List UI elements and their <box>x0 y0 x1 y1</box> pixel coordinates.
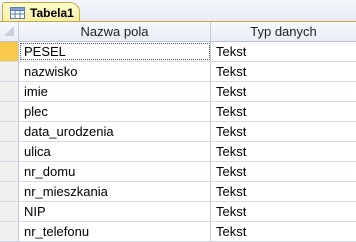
table-row[interactable]: nr_telefonu Tekst <box>0 222 356 242</box>
column-header-field-name[interactable]: Nazwa pola <box>19 22 211 41</box>
field-name-cell[interactable]: plec <box>19 102 211 121</box>
row-selector[interactable] <box>0 142 19 161</box>
table-row[interactable]: plec Tekst <box>0 102 356 122</box>
data-type-cell[interactable]: Tekst <box>211 122 356 141</box>
data-type-cell[interactable]: Tekst <box>211 142 356 161</box>
data-type-cell[interactable]: Tekst <box>211 82 356 101</box>
field-name-cell[interactable]: nazwisko <box>19 62 211 81</box>
data-type-cell[interactable]: Tekst <box>211 202 356 221</box>
table-row[interactable]: ulica Tekst <box>0 142 356 162</box>
field-name-cell[interactable]: nr_domu <box>19 162 211 181</box>
table-row[interactable]: NIP Tekst <box>0 202 356 222</box>
field-name-cell[interactable]: ulica <box>19 142 211 161</box>
document-tab-bar: Tabela1 <box>0 0 356 22</box>
table-row[interactable]: nr_domu Tekst <box>0 162 356 182</box>
column-header-data-type[interactable]: Typ danych <box>211 22 356 41</box>
data-type-cell[interactable]: Tekst <box>211 62 356 81</box>
row-selector[interactable] <box>0 42 19 61</box>
table-row[interactable]: nazwisko Tekst <box>0 62 356 82</box>
select-all-icon <box>4 26 14 36</box>
table-row[interactable]: imie Tekst <box>0 82 356 102</box>
field-name-cell[interactable]: nr_mieszkania <box>19 182 211 201</box>
row-selector[interactable] <box>0 82 19 101</box>
row-selector[interactable] <box>0 162 19 181</box>
data-type-cell[interactable]: Tekst <box>211 102 356 121</box>
row-selector[interactable] <box>0 62 19 81</box>
data-type-cell[interactable]: Tekst <box>211 162 356 181</box>
field-name-cell[interactable]: NIP <box>19 202 211 221</box>
table-row[interactable]: PESEL Tekst <box>0 42 356 62</box>
field-name-cell[interactable]: nr_telefonu <box>19 222 211 241</box>
data-type-cell[interactable]: Tekst <box>211 182 356 201</box>
field-name-cell[interactable]: data_urodzenia <box>19 122 211 141</box>
row-selector[interactable] <box>0 102 19 121</box>
row-selector[interactable] <box>0 202 19 221</box>
row-selector[interactable] <box>0 222 19 241</box>
data-type-cell[interactable]: Tekst <box>211 222 356 241</box>
table-icon <box>10 6 25 19</box>
data-type-cell[interactable]: Tekst <box>211 42 356 61</box>
field-name-cell[interactable]: PESEL <box>19 42 211 61</box>
row-selector[interactable] <box>0 182 19 201</box>
field-name-cell[interactable]: imie <box>19 82 211 101</box>
table-row[interactable]: nr_mieszkania Tekst <box>0 182 356 202</box>
tab-tabela1[interactable]: Tabela1 <box>2 2 80 22</box>
row-selector[interactable] <box>0 122 19 141</box>
table-row[interactable]: data_urodzenia Tekst <box>0 122 356 142</box>
grid-header: Nazwa pola Typ danych <box>0 22 356 42</box>
tab-label: Tabela1 <box>30 5 74 20</box>
select-all-corner[interactable] <box>0 22 19 41</box>
